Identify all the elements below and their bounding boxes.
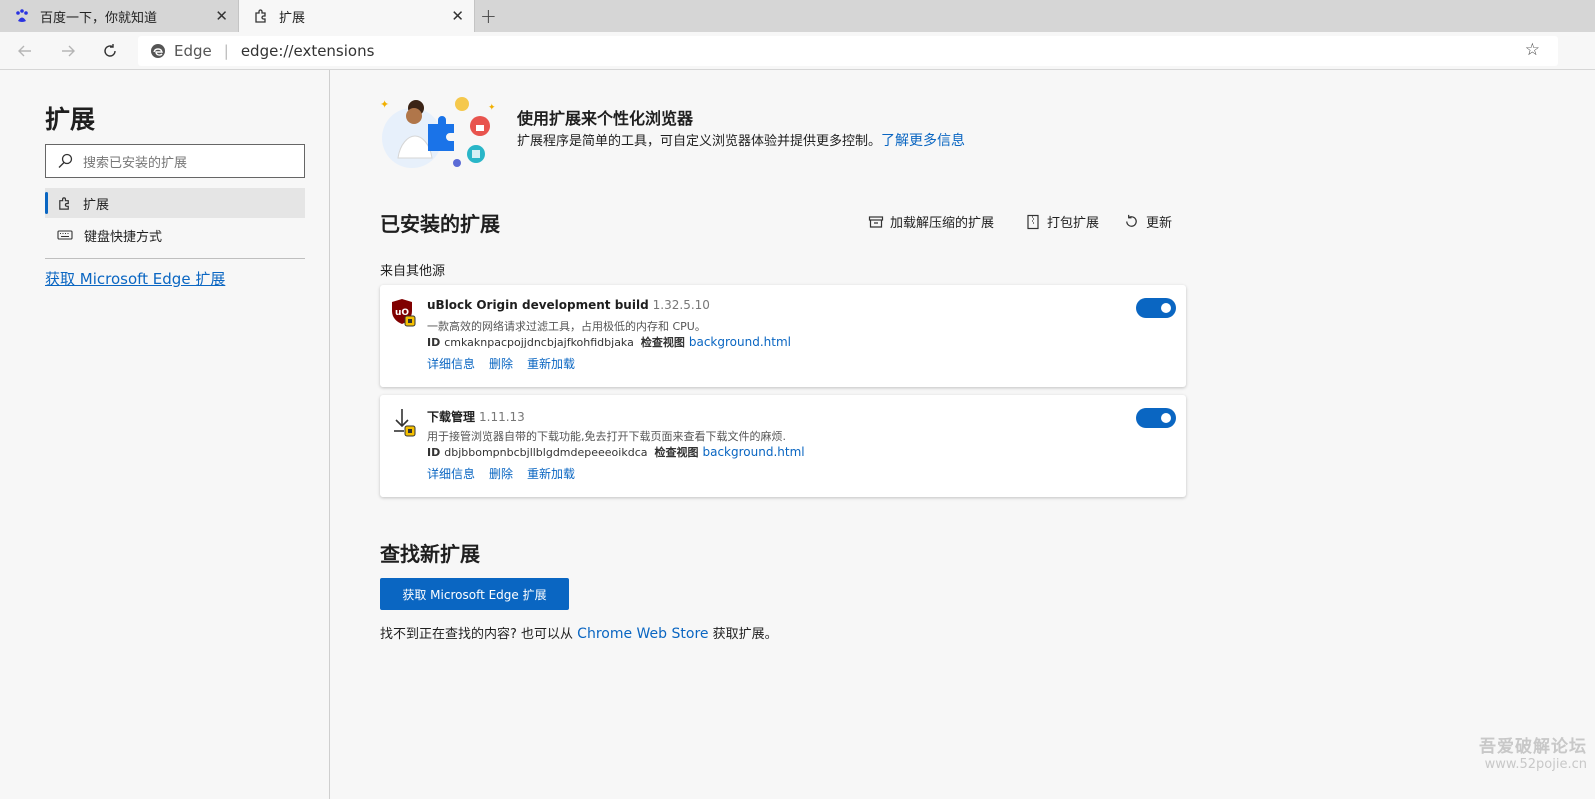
background-page-link[interactable]: background.html: [689, 335, 791, 349]
chrome-web-store-link[interactable]: Chrome Web Store: [577, 626, 708, 642]
watermark-url: www.52pojie.cn: [1484, 756, 1587, 772]
new-tab-button[interactable]: +: [480, 4, 497, 28]
hero-description: 扩展程序是简单的工具，可自定义浏览器体验并提供更多控制。了解更多信息: [517, 130, 965, 150]
get-edge-extensions-button[interactable]: 获取 Microsoft Edge 扩展: [380, 578, 569, 610]
reload-link[interactable]: 重新加载: [527, 467, 575, 481]
extension-name: 下载管理 1.11.13: [427, 408, 525, 425]
extension-description: 用于接管浏览器自带的下载功能,免去打开下载页面来查看下载文件的麻烦.: [427, 430, 786, 443]
site-label: Edge: [174, 42, 212, 60]
tab-title: 扩展: [279, 10, 306, 26]
extension-version: 1.32.5.10: [652, 298, 710, 312]
extension-description: 一款高效的网络请求过滤工具，占用极低的内存和 CPU。: [427, 320, 706, 333]
puzzle-icon: [253, 8, 269, 24]
inspect-views-label: 检查视图: [654, 446, 699, 459]
search-icon: [57, 153, 73, 169]
sidebar: 扩展 搜索已安装的扩展 扩展 键盘快捷方式 获取 Microsoft Edge …: [0, 70, 330, 799]
extension-card: uO uBlock Origin development build 1.32.5…: [380, 285, 1186, 387]
tab-title: 百度一下，你就知道: [40, 10, 158, 26]
sidebar-item-extensions[interactable]: 扩展: [45, 188, 305, 218]
keyboard-icon: [57, 227, 73, 243]
zip-file-icon: [1025, 214, 1041, 230]
sidebar-divider: [45, 258, 305, 259]
archive-box-icon: [868, 214, 884, 230]
edge-logo-icon: [150, 43, 166, 59]
tab-baidu[interactable]: 百度一下，你就知道 ✕: [0, 0, 238, 32]
remove-link[interactable]: 删除: [489, 467, 513, 481]
details-link[interactable]: 详细信息: [427, 467, 475, 481]
remove-link[interactable]: 删除: [489, 357, 513, 371]
action-label: 加载解压缩的扩展: [890, 216, 995, 231]
background-page-link[interactable]: background.html: [702, 445, 804, 459]
extension-id-row: ID cmkaknpacpojjdncbjajfkohfidbjaka 检查视图 ba…: [427, 334, 791, 350]
extension-id: dbjbbompnbcbjllblgdmdepeeeoikdca: [444, 446, 648, 459]
svg-text:✦: ✦: [380, 98, 389, 111]
hero-title: 使用扩展来个性化浏览器: [517, 109, 694, 128]
address-separator: |: [223, 42, 229, 60]
find-extensions-title: 查找新扩展: [380, 542, 480, 566]
forward-button[interactable]: [55, 38, 81, 64]
extension-version: 1.11.13: [479, 410, 525, 424]
search-placeholder: 搜索已安装的扩展: [83, 155, 188, 171]
refresh-button[interactable]: [97, 38, 123, 64]
hero-desc-text: 扩展程序是简单的工具，可自定义浏览器体验并提供更多控制。: [517, 134, 882, 149]
extension-id: cmkaknpacpojjdncbjajfkohfidbjaka: [444, 336, 634, 349]
arrow-right-icon: [62, 45, 75, 57]
extension-name-text: uBlock Origin development build: [427, 298, 649, 312]
inspect-views-label: 检查视图: [640, 336, 685, 349]
refresh-icon: [1123, 213, 1140, 230]
other-sources-heading: 来自其他源: [380, 264, 446, 279]
extension-id-row: ID dbjbbompnbcbjllblgdmdepeeeoikdca 检查视图 ba…: [427, 444, 805, 460]
extension-name-text: 下载管理: [427, 410, 476, 424]
download-arrow-icon: [391, 408, 417, 442]
watermark: 吾爱破解论坛 www.52pojie.cn: [1479, 737, 1587, 772]
ublock-shield-icon: uO: [391, 298, 417, 332]
selection-indicator: [45, 192, 48, 214]
tab-extensions[interactable]: 扩展 ✕: [238, 0, 475, 32]
sidebar-item-keyboard-shortcuts[interactable]: 键盘快捷方式: [45, 220, 305, 250]
svg-text:✦: ✦: [488, 103, 496, 113]
arrow-left-icon: [18, 45, 31, 57]
reload-link[interactable]: 重新加载: [527, 357, 575, 371]
extension-links: 详细信息 删除 重新加载: [427, 465, 589, 482]
enable-toggle[interactable]: [1136, 408, 1176, 428]
refresh-icon: [104, 44, 116, 57]
tab-strip: 百度一下，你就知道 ✕ 扩展 ✕ +: [0, 0, 1595, 32]
sidebar-title: 扩展: [45, 105, 96, 134]
back-button[interactable]: [12, 38, 38, 64]
update-button[interactable]: 更新: [1123, 212, 1172, 231]
extension-card: 下载管理 1.11.13 用于接管浏览器自带的下载功能,免去打开下载页面来查看下载…: [380, 395, 1186, 497]
extension-links: 详细信息 删除 重新加载: [427, 355, 589, 372]
enable-toggle[interactable]: [1136, 298, 1176, 318]
sidebar-item-label: 键盘快捷方式: [84, 229, 163, 245]
watermark-title: 吾爱破解论坛: [1479, 737, 1587, 757]
sidebar-item-label: 扩展: [83, 197, 110, 213]
find-desc-pre: 找不到正在查找的内容? 也可以从: [380, 627, 578, 642]
id-label: ID: [427, 446, 441, 459]
baidu-paw-icon: [14, 8, 30, 24]
favorite-star-icon[interactable]: ☆: [1525, 40, 1540, 60]
learn-more-link[interactable]: 了解更多信息: [881, 133, 965, 149]
puzzle-icon: [57, 196, 72, 211]
action-label: 更新: [1146, 216, 1173, 231]
url-text: edge://extensions: [240, 42, 375, 60]
extension-name: uBlock Origin development build 1.32.5.10: [427, 298, 710, 312]
close-tab-icon[interactable]: ✕: [215, 7, 228, 25]
pack-extension-button[interactable]: 打包扩展: [1025, 212, 1099, 231]
find-desc-post: 获取扩展。: [708, 627, 778, 642]
hero-illustration: ✦ ✦: [380, 96, 500, 176]
details-link[interactable]: 详细信息: [427, 357, 475, 371]
browser-toolbar: Edge | edge://extensions ☆: [0, 32, 1595, 70]
installed-extensions-title: 已安装的扩展: [380, 212, 500, 236]
get-edge-extensions-link[interactable]: 获取 Microsoft Edge 扩展: [45, 268, 225, 289]
search-input[interactable]: 搜索已安装的扩展: [45, 144, 305, 178]
id-label: ID: [427, 336, 441, 349]
action-label: 打包扩展: [1047, 216, 1100, 231]
load-unpacked-button[interactable]: 加载解压缩的扩展: [868, 212, 994, 231]
find-description: 找不到正在查找的内容? 也可以从 Chrome Web Store 获取扩展。: [380, 623, 778, 642]
close-tab-icon[interactable]: ✕: [451, 7, 464, 25]
address-bar[interactable]: Edge | edge://extensions ☆: [138, 36, 1558, 66]
